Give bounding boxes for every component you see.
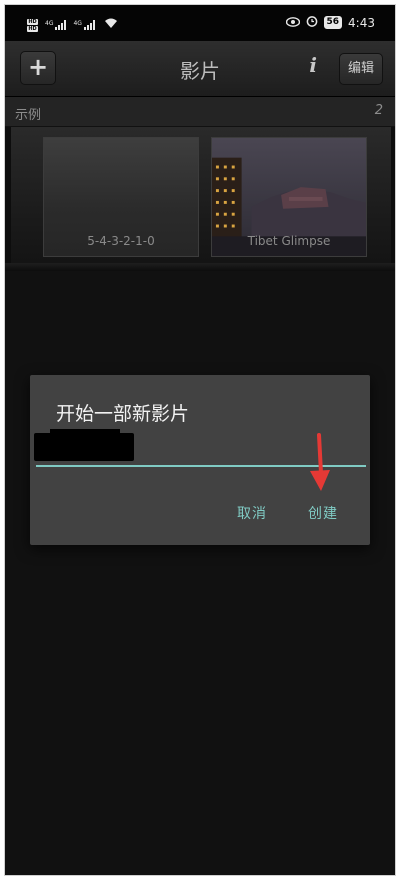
red-arrow-annotation <box>310 433 330 491</box>
movie-thumbnail[interactable]: 5-4-3-2-1-0 <box>43 137 199 257</box>
cancel-button[interactable]: 取消 <box>237 503 267 523</box>
eye-icon <box>285 16 300 30</box>
signal-icon: 4G <box>73 20 95 30</box>
section-label: 示例 <box>15 108 42 123</box>
edit-button[interactable]: 编辑 <box>339 53 383 85</box>
alarm-icon <box>306 15 318 30</box>
hd-label-bottom: HD <box>27 25 38 32</box>
signal-icon: 4G <box>45 20 67 30</box>
app-screen: HD HD 4G 4G 56 4:43 + 影片 i 编辑 示例 2 5-4-3… <box>4 4 396 876</box>
info-button[interactable]: i <box>309 53 317 77</box>
hd-label-top: HD <box>27 18 38 25</box>
movie-caption: Tibet Glimpse <box>247 234 331 248</box>
signal2-label: 4G <box>73 20 82 27</box>
create-button[interactable]: 创建 <box>308 503 338 523</box>
movie-thumbnail[interactable]: Tibet Glimpse <box>211 137 367 257</box>
shelf-edge <box>5 263 395 271</box>
status-bar: HD HD 4G 4G 56 4:43 <box>5 5 395 41</box>
dialog-title: 开始一部新影片 <box>56 403 190 425</box>
signal1-label: 4G <box>45 20 54 27</box>
movie-caption: 5-4-3-2-1-0 <box>87 234 155 248</box>
title-bar: + 影片 i 编辑 <box>5 41 395 97</box>
clock-time: 4:43 <box>348 15 375 30</box>
redacted-text <box>34 429 134 461</box>
battery-icon: 56 <box>323 16 343 29</box>
status-left: HD HD 4G 4G <box>27 18 118 32</box>
new-movie-dialog: 开始一部新影片 取消 创建 <box>30 375 370 545</box>
wifi-icon <box>104 18 118 32</box>
section-header: 示例 2 <box>5 97 395 127</box>
movie-shelf: 5-4-3-2-1-0 Tibet Glimpse <box>11 127 391 263</box>
background-area <box>5 271 395 875</box>
page-title: 影片 <box>180 59 220 83</box>
section-count: 2 <box>374 103 383 118</box>
hd-icon: HD HD <box>27 18 38 32</box>
status-right: 56 4:43 <box>285 15 375 30</box>
